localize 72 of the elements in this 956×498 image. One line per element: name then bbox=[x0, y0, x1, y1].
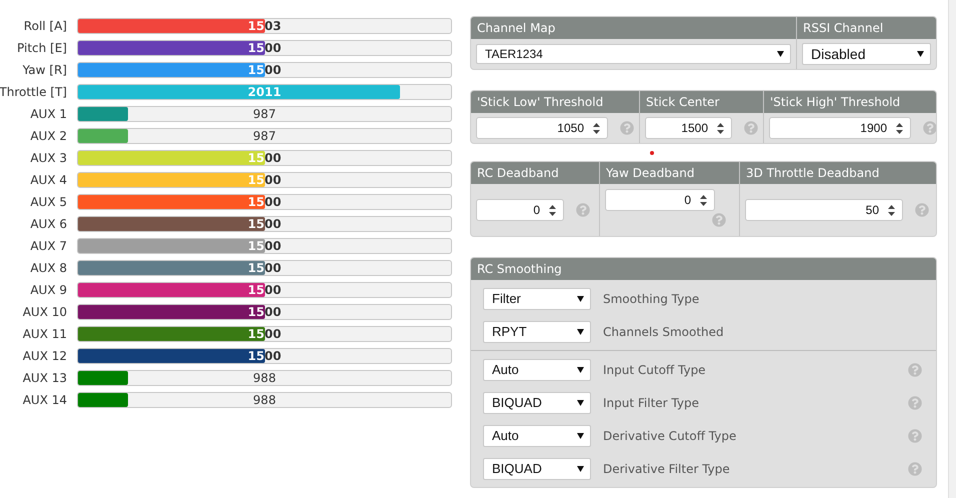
setting-label: Derivative Cutoff Type bbox=[603, 428, 738, 442]
panel-title: RC Smoothing bbox=[471, 258, 936, 280]
dropdown-field[interactable]: RPYT bbox=[483, 320, 591, 342]
dropdown-field[interactable]: Disabled bbox=[802, 43, 931, 65]
channel-label: AUX 3 bbox=[30, 151, 67, 165]
help-icon[interactable] bbox=[908, 396, 922, 410]
spinner-arrows-icon[interactable] bbox=[548, 202, 557, 218]
dropdown-caret-icon bbox=[577, 328, 584, 334]
help-icon[interactable] bbox=[908, 428, 922, 442]
setting-label: Channels Smoothed bbox=[603, 324, 725, 338]
column-heading: Channel Map bbox=[471, 17, 796, 39]
column-heading: RC Deadband bbox=[471, 162, 599, 184]
indicator-dot bbox=[650, 151, 654, 155]
help-icon[interactable] bbox=[576, 203, 590, 217]
help-icon[interactable] bbox=[620, 121, 634, 135]
number-field[interactable]: 0 bbox=[476, 199, 564, 221]
dropdown-field[interactable]: Filter bbox=[483, 288, 591, 310]
channel-label: AUX 5 bbox=[30, 195, 67, 209]
dropdown-caret-icon bbox=[577, 366, 584, 372]
channel-label: AUX 2 bbox=[30, 129, 67, 143]
channel-label: AUX 1 bbox=[30, 107, 67, 121]
setting-label: Derivative Filter Type bbox=[603, 462, 731, 476]
channel-label: AUX 9 bbox=[30, 283, 67, 297]
setting-label: Smoothing Type bbox=[603, 292, 700, 306]
dropdown-field[interactable]: TAER1234 bbox=[476, 44, 791, 64]
number-field[interactable]: 50 bbox=[745, 199, 903, 221]
column-heading: Yaw Deadband bbox=[600, 162, 739, 184]
dropdown-field[interactable]: Auto bbox=[483, 424, 591, 446]
channel-label: AUX 8 bbox=[30, 261, 67, 275]
spinner-arrows-icon[interactable] bbox=[716, 120, 725, 136]
dropdown-caret-icon bbox=[917, 51, 924, 57]
number-field[interactable]: 1050 bbox=[476, 117, 608, 139]
setting-label: Input Filter Type bbox=[603, 396, 700, 410]
dropdown-caret-icon bbox=[777, 51, 784, 57]
channel-label: AUX 10 bbox=[22, 305, 67, 319]
channel-label: Roll [A] bbox=[24, 19, 67, 33]
spinner-arrows-icon[interactable] bbox=[895, 120, 904, 136]
dropdown-caret-icon bbox=[577, 400, 584, 406]
channel-label: AUX 12 bbox=[22, 349, 67, 363]
channel-label: Pitch [E] bbox=[17, 41, 67, 55]
help-icon[interactable] bbox=[923, 121, 936, 135]
dropdown-caret-icon bbox=[577, 432, 584, 438]
help-icon[interactable] bbox=[744, 121, 758, 135]
channel-label: AUX 4 bbox=[30, 173, 67, 187]
channel-label: Yaw [R] bbox=[22, 63, 67, 77]
dropdown-field[interactable]: BIQUAD bbox=[483, 392, 591, 414]
dropdown-field[interactable]: Auto bbox=[483, 358, 591, 380]
number-field[interactable]: 1500 bbox=[645, 117, 732, 139]
channel-label: AUX 14 bbox=[22, 393, 67, 407]
spinner-arrows-icon[interactable] bbox=[592, 120, 601, 136]
spinner-arrows-icon[interactable] bbox=[887, 202, 896, 218]
column-heading: 3D Throttle Deadband bbox=[740, 162, 936, 184]
column-heading: Stick Center bbox=[640, 91, 763, 113]
column-heading: 'Stick Low' Threshold bbox=[471, 91, 639, 113]
dropdown-caret-icon bbox=[577, 296, 584, 302]
number-field[interactable]: 0 bbox=[605, 189, 715, 211]
channel-label: AUX 7 bbox=[30, 239, 67, 253]
help-icon[interactable] bbox=[712, 213, 726, 227]
column-heading: RSSI Channel bbox=[797, 17, 936, 39]
scrollbar[interactable] bbox=[948, 0, 956, 498]
channel-label: AUX 11 bbox=[22, 327, 67, 341]
setting-label: Input Cutoff Type bbox=[603, 362, 707, 376]
column-heading: 'Stick High' Threshold bbox=[764, 91, 936, 113]
help-icon[interactable] bbox=[908, 462, 922, 476]
help-icon[interactable] bbox=[915, 203, 929, 217]
spinner-arrows-icon[interactable] bbox=[699, 192, 708, 208]
number-field[interactable]: 1900 bbox=[769, 117, 911, 139]
dropdown-field[interactable]: BIQUAD bbox=[483, 458, 591, 480]
dropdown-caret-icon bbox=[577, 466, 584, 472]
channel-label: AUX 13 bbox=[22, 371, 67, 385]
help-icon[interactable] bbox=[908, 362, 922, 376]
channel-label: AUX 6 bbox=[30, 217, 67, 231]
